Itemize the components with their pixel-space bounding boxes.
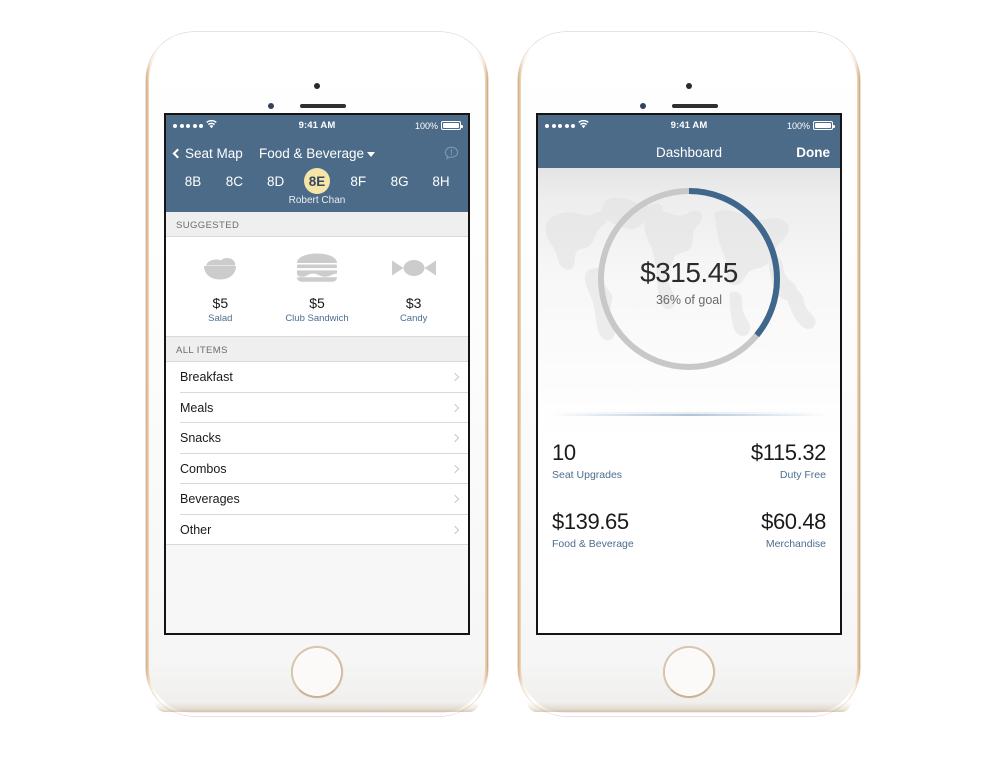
seat-option-8h[interactable]: 8H — [426, 168, 456, 194]
chevron-right-icon — [450, 464, 460, 473]
dashboard-title: Dashboard — [655, 144, 723, 160]
list-item-snacks[interactable]: Snacks — [166, 423, 468, 454]
suggested-items-list: $5 Salad $5 Club Sandwich $3 Candy — [166, 237, 468, 337]
battery-full-icon — [813, 121, 835, 130]
suggested-item-price: $5 — [309, 295, 325, 311]
earpiece-speaker — [672, 104, 718, 108]
stat-duty-free[interactable]: $115.32 Duty Free — [689, 440, 826, 481]
goal-amount: $315.45 — [640, 256, 738, 288]
screenshot-stage: 9:41 AM 100% Seat Map Food & Beverage 8B… — [0, 0, 1000, 765]
candy-icon — [365, 251, 462, 285]
stat-seat-upgrades[interactable]: 10 Seat Upgrades — [552, 440, 689, 481]
chevron-right-icon — [450, 525, 460, 534]
category-dropdown-button[interactable]: Food & Beverage — [258, 146, 376, 161]
seat-option-8f[interactable]: 8F — [343, 168, 373, 194]
status-bar-left: 9:41 AM 100% — [166, 115, 468, 136]
home-button-right[interactable] — [663, 646, 715, 698]
seat-option-8d[interactable]: 8D — [261, 168, 291, 194]
stats-grid: 10 Seat Upgrades $115.32 Duty Free $139.… — [538, 440, 840, 550]
all-items-section-header: ALL ITEMS — [166, 337, 468, 362]
caret-down-icon — [367, 151, 376, 157]
list-item-label: Beverages — [180, 492, 240, 507]
list-item-label: Snacks — [180, 431, 221, 446]
proximity-sensor-icon — [268, 103, 274, 109]
chevron-right-icon — [450, 373, 460, 382]
status-bar-time: 9:41 AM — [670, 120, 708, 131]
salad-bowl-icon — [172, 251, 269, 285]
seat-option-8c[interactable]: 8C — [219, 168, 249, 194]
proximity-sensor-icon — [640, 103, 646, 109]
seat-option-8e-selected[interactable]: 8E — [303, 168, 330, 194]
earpiece-speaker — [300, 104, 346, 108]
stat-label: Seat Upgrades — [552, 469, 623, 481]
sandwich-icon — [269, 251, 366, 285]
battery-full-icon — [441, 121, 463, 130]
status-bar-time: 9:41 AM — [298, 120, 336, 131]
donut-center-text: $315.45 36% of goal — [592, 257, 786, 307]
stat-label: Food & Beverage — [552, 538, 634, 550]
suggested-item-price: $5 — [212, 295, 229, 311]
chevron-left-icon — [172, 148, 183, 159]
stat-label: Merchandise — [765, 538, 826, 550]
suggested-item-label: Salad — [208, 313, 233, 324]
chevron-right-icon — [450, 495, 460, 504]
stat-label: Duty Free — [779, 469, 826, 481]
list-item-label: Meals — [180, 400, 214, 415]
stat-value: $60.48 — [761, 509, 826, 534]
dashboard-content: $315.45 36% of goal 10 Seat Upgrades $11… — [538, 168, 840, 633]
list-item-beverages[interactable]: Beverages — [166, 484, 468, 515]
suggested-item-salad[interactable]: $5 Salad — [172, 251, 269, 324]
list-item-combos[interactable]: Combos — [166, 453, 468, 484]
status-bar-right: 9:41 AM 100% — [538, 115, 840, 136]
screen-food-beverage: 9:41 AM 100% Seat Map Food & Beverage 8B… — [164, 113, 470, 635]
nav-bar-dashboard: Dashboard Done — [538, 136, 840, 168]
phone-device-right: 9:41 AM 100% Dashboard Done $315.45 36% … — [518, 32, 860, 716]
food-beverage-content: SUGGESTED $5 Salad $5 Club Sandwich $3 C… — [166, 212, 468, 635]
goal-percent-label: 36% of goal — [655, 292, 723, 307]
home-button-left[interactable] — [291, 646, 343, 698]
suggested-item-candy[interactable]: $3 Candy — [365, 251, 462, 324]
nav-bar-food-beverage: Seat Map Food & Beverage 8B 8C 8D 8E 8F … — [166, 136, 468, 212]
list-item-meals[interactable]: Meals — [166, 392, 468, 423]
chevron-right-icon — [450, 403, 460, 412]
all-items-list: Breakfast Meals Snacks Combos Beverages … — [166, 362, 468, 545]
stat-merchandise[interactable]: $60.48 Merchandise — [689, 509, 826, 550]
list-item-breakfast[interactable]: Breakfast — [166, 362, 468, 393]
suggested-item-price: $3 — [405, 295, 422, 311]
front-camera-icon — [686, 83, 692, 89]
back-button-label: Seat Map — [185, 146, 243, 161]
stat-value: 10 — [552, 440, 576, 465]
chevron-right-icon — [450, 434, 460, 443]
seat-selector: 8B 8C 8D 8E 8F 8G 8H — [174, 166, 460, 194]
list-item-label: Combos — [180, 461, 227, 476]
goal-donut-chart: $315.45 36% of goal — [538, 182, 840, 381]
stat-value: $115.32 — [750, 440, 826, 465]
pay-bar: Pay Now$5.00 — [166, 634, 468, 635]
suggested-section-header: SUGGESTED — [166, 212, 468, 237]
stat-value: $139.65 — [552, 509, 629, 534]
donut-graphic: $315.45 36% of goal — [592, 182, 786, 381]
section-divider — [550, 412, 828, 416]
front-camera-icon — [314, 83, 320, 89]
screen-dashboard: 9:41 AM 100% Dashboard Done $315.45 36% … — [536, 113, 842, 635]
list-item-label: Other — [180, 522, 212, 537]
suggested-item-label: Club Sandwich — [285, 313, 349, 324]
passenger-name: Robert Chan — [288, 195, 346, 206]
phone-device-left: 9:41 AM 100% Seat Map Food & Beverage 8B… — [146, 32, 488, 716]
chat-alert-icon[interactable] — [443, 145, 460, 162]
stat-food-beverage[interactable]: $139.65 Food & Beverage — [552, 509, 689, 550]
seat-option-8b[interactable]: 8B — [178, 168, 208, 194]
suggested-item-club-sandwich[interactable]: $5 Club Sandwich — [269, 251, 366, 324]
list-item-label: Breakfast — [180, 370, 233, 385]
suggested-item-label: Candy — [399, 313, 428, 324]
seat-option-8g[interactable]: 8G — [385, 168, 415, 194]
back-to-seat-map-button[interactable]: Seat Map — [172, 146, 243, 161]
nav-title-label: Food & Beverage — [258, 146, 365, 161]
list-item-other[interactable]: Other — [166, 514, 468, 545]
nav-row: Seat Map Food & Beverage — [172, 141, 460, 166]
